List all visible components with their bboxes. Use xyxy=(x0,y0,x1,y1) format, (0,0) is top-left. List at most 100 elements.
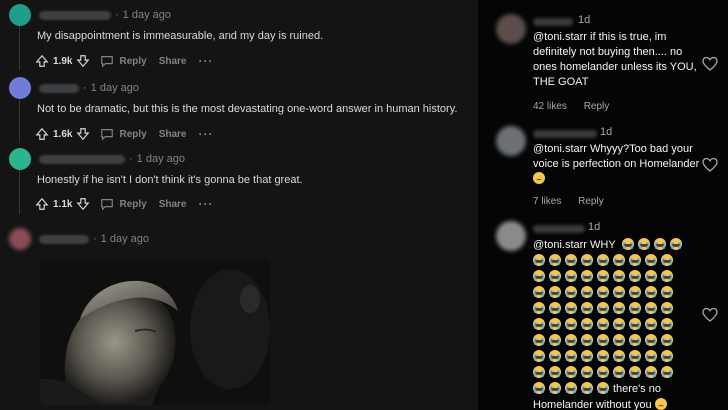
loudly-crying-face-emoji xyxy=(533,382,545,394)
more-icon[interactable]: ··· xyxy=(199,127,214,141)
username[interactable] xyxy=(533,225,585,233)
loudly-crying-face-emoji xyxy=(629,270,641,282)
comment-icon xyxy=(101,129,114,141)
downvote-icon[interactable] xyxy=(76,197,90,211)
loudly-crying-face-emoji xyxy=(661,350,673,362)
thread-line[interactable] xyxy=(19,26,20,70)
loudly-crying-face-emoji xyxy=(661,318,673,330)
comment-text-body: @toni.starr Whyyy?Too bad your voice is … xyxy=(533,143,700,170)
loudly-crying-face-emoji xyxy=(581,382,593,394)
loudly-crying-face-emoji xyxy=(533,334,545,346)
loudly-crying-face-emoji xyxy=(645,302,657,314)
loudly-crying-face-emoji xyxy=(613,366,625,378)
upvote-icon[interactable] xyxy=(35,54,49,68)
thread-line[interactable] xyxy=(19,99,20,143)
upvote-icon[interactable] xyxy=(35,197,49,211)
emoji-row xyxy=(533,253,701,269)
loudly-crying-face-emoji xyxy=(661,270,673,282)
comment-actions: 1.1k Reply Share ··· xyxy=(35,195,214,213)
vote-count: 1.9k xyxy=(53,55,73,67)
likes-count[interactable]: 42 likes xyxy=(533,101,567,112)
username[interactable] xyxy=(39,154,125,164)
comment-header: · 1 day ago xyxy=(9,4,171,26)
loudly-crying-face-emoji xyxy=(549,286,561,298)
avatar[interactable] xyxy=(9,77,31,99)
avatar[interactable] xyxy=(9,148,31,170)
username[interactable] xyxy=(39,234,89,244)
reply-button[interactable]: Reply xyxy=(584,101,610,112)
loudly-crying-face-emoji xyxy=(629,350,641,362)
sad-face-emoji xyxy=(533,172,545,184)
loudly-crying-face-emoji xyxy=(581,270,593,282)
separator: · xyxy=(83,82,87,94)
reply-button[interactable]: Reply xyxy=(100,127,147,141)
loudly-crying-face-emoji xyxy=(581,302,593,314)
username[interactable] xyxy=(533,130,597,138)
loudly-crying-face-emoji xyxy=(645,318,657,330)
loudly-crying-face-emoji xyxy=(597,302,609,314)
username[interactable] xyxy=(533,18,573,26)
loudly-crying-face-emoji xyxy=(565,350,577,362)
avatar[interactable] xyxy=(496,221,526,251)
avatar[interactable] xyxy=(9,228,31,250)
vote-count: 1.1k xyxy=(53,198,73,210)
more-icon[interactable]: ··· xyxy=(199,54,214,68)
loudly-crying-face-emoji xyxy=(549,254,561,266)
downvote-icon[interactable] xyxy=(76,127,90,141)
timestamp: 1d xyxy=(578,14,591,26)
share-button[interactable]: Share xyxy=(159,199,187,210)
comment-text: @toni.starr WHY there's no Homelander wi… xyxy=(533,237,701,410)
likes-count[interactable]: 7 likes xyxy=(533,196,561,207)
loudly-crying-face-emoji xyxy=(533,270,545,282)
emoji-row: there's no xyxy=(533,381,701,397)
loudly-crying-face-emoji xyxy=(581,254,593,266)
downvote-icon[interactable] xyxy=(76,54,90,68)
username[interactable] xyxy=(39,83,79,93)
comment-text: My disappointment is immeasurable, and m… xyxy=(37,30,324,42)
loudly-crying-face-emoji xyxy=(629,366,641,378)
heart-icon[interactable] xyxy=(702,56,718,72)
loudly-crying-face-emoji xyxy=(613,254,625,266)
loudly-crying-face-emoji xyxy=(565,254,577,266)
loudly-crying-face-emoji xyxy=(661,366,673,378)
separator: · xyxy=(115,9,119,21)
comment-meta: 42 likes Reply xyxy=(533,101,623,112)
video-thumbnail[interactable] xyxy=(40,259,270,405)
reply-button[interactable]: Reply xyxy=(100,197,147,211)
loudly-crying-face-emoji xyxy=(565,270,577,282)
loudly-crying-face-emoji xyxy=(645,270,657,282)
upvote-icon[interactable] xyxy=(35,127,49,141)
avatar[interactable] xyxy=(496,14,526,44)
share-button[interactable]: Share xyxy=(159,56,187,67)
loudly-crying-face-emoji xyxy=(597,382,609,394)
vote-count: 1.6k xyxy=(53,128,73,140)
thread-line[interactable] xyxy=(19,170,20,214)
loudly-crying-face-emoji xyxy=(533,286,545,298)
loudly-crying-face-emoji xyxy=(613,286,625,298)
loudly-crying-face-emoji xyxy=(581,318,593,330)
loudly-crying-face-emoji xyxy=(661,334,673,346)
share-button[interactable]: Share xyxy=(159,129,187,140)
loudly-crying-face-emoji xyxy=(565,286,577,298)
loudly-crying-face-emoji xyxy=(629,318,641,330)
comment-text: @toni.starr if this is true, im definite… xyxy=(533,31,697,88)
heart-icon[interactable] xyxy=(702,157,718,173)
loudly-crying-face-emoji xyxy=(549,302,561,314)
loudly-crying-face-emoji xyxy=(629,254,641,266)
timestamp: 1d xyxy=(588,221,601,233)
loudly-crying-face-emoji xyxy=(613,270,625,282)
reply-button[interactable]: Reply xyxy=(100,54,147,68)
loudly-crying-face-emoji xyxy=(637,238,650,250)
heart-icon[interactable] xyxy=(702,307,718,323)
username[interactable] xyxy=(39,10,111,20)
emoji-row: @toni.starr WHY xyxy=(533,237,701,253)
emoji-row xyxy=(533,333,701,349)
loudly-crying-face-emoji xyxy=(581,334,593,346)
avatar[interactable] xyxy=(9,4,31,26)
reply-button[interactable]: Reply xyxy=(578,196,604,207)
more-icon[interactable]: ··· xyxy=(199,197,214,211)
emoji-row: Homelander without you xyxy=(533,397,701,410)
reddit-comment-panel: · 1 day ago My disappointment is immeasu… xyxy=(0,0,478,410)
avatar[interactable] xyxy=(496,126,526,156)
loudly-crying-face-emoji xyxy=(581,350,593,362)
